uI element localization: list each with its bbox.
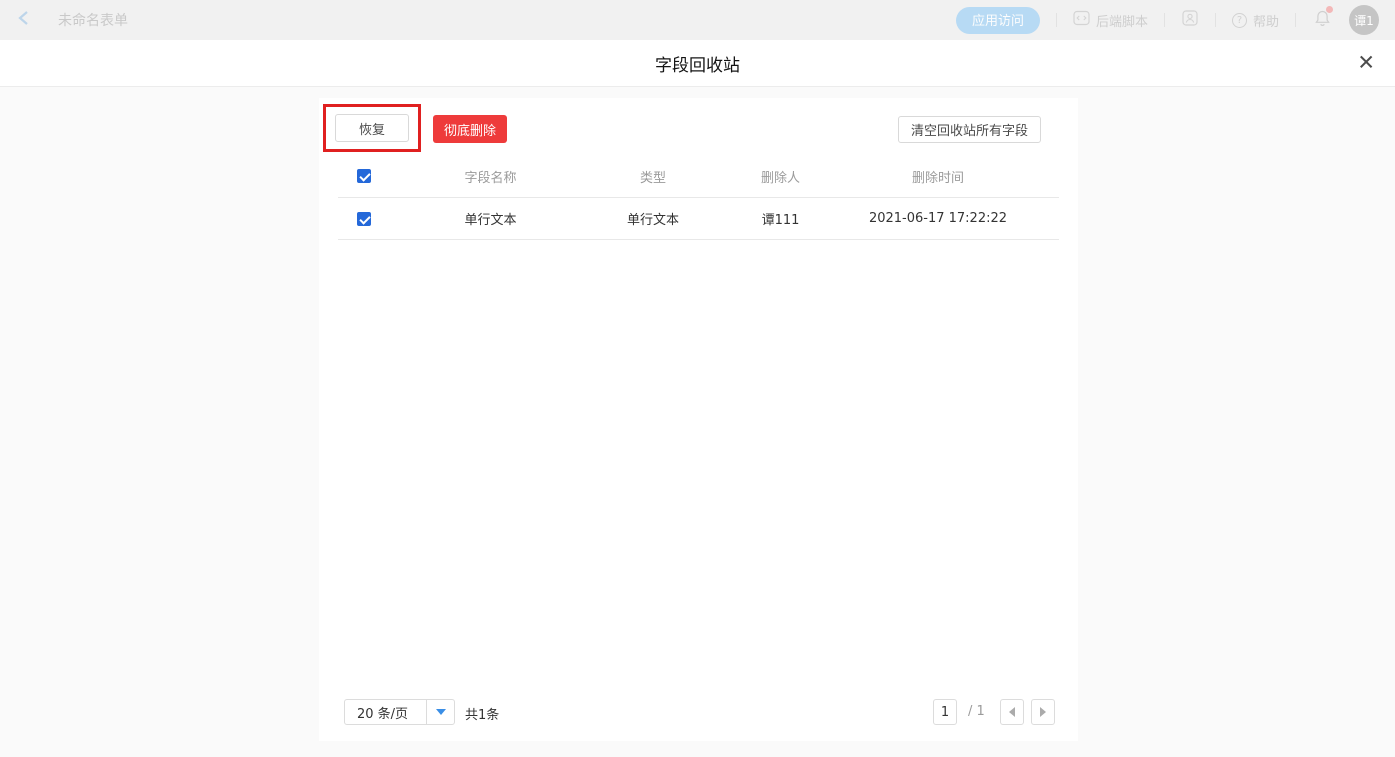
app-access-button[interactable]: 应用访问 xyxy=(956,7,1040,34)
backend-script-button[interactable]: 后端脚本 xyxy=(1073,10,1148,30)
prev-page-button[interactable] xyxy=(1000,699,1024,725)
modal-body: 恢复 彻底删除 清空回收站所有字段 字段名称 类型 删除人 删除时间 单行文本 xyxy=(0,87,1395,757)
total-count-label: 共1条 xyxy=(465,704,499,723)
arrow-left-icon xyxy=(1009,707,1015,717)
table-header-row: 字段名称 类型 删除人 删除时间 xyxy=(338,155,1059,197)
back-button[interactable] xyxy=(16,9,32,31)
header-deleted-time: 删除时间 xyxy=(843,167,1033,186)
page-size-value: 20 条/页 xyxy=(345,700,426,724)
help-button[interactable]: ? 帮助 xyxy=(1232,11,1279,30)
topbar-actions: 应用访问 后端脚本 ? xyxy=(956,5,1379,35)
avatar[interactable]: 谭1 xyxy=(1349,5,1379,35)
clear-recycle-bin-button[interactable]: 清空回收站所有字段 xyxy=(898,116,1041,143)
divider xyxy=(1295,13,1296,27)
question-mark-icon: ? xyxy=(1232,13,1247,28)
modal-titlebar: 字段回收站 ✕ xyxy=(0,40,1395,87)
pagination-bar: 20 条/页 共1条 / 1 xyxy=(319,699,1078,726)
header-field-name: 字段名称 xyxy=(393,167,588,186)
divider xyxy=(1056,13,1057,27)
code-icon xyxy=(1073,10,1090,30)
deleted-fields-table: 字段名称 类型 删除人 删除时间 单行文本 单行文本 谭111 2021-06-… xyxy=(338,155,1059,240)
page-size-select[interactable]: 20 条/页 xyxy=(344,699,455,725)
notification-badge xyxy=(1326,6,1333,13)
form-title: 未命名表单 xyxy=(58,10,128,30)
bell-icon xyxy=(1314,12,1331,31)
close-icon[interactable]: ✕ xyxy=(1357,53,1375,74)
row-checkbox[interactable] xyxy=(357,212,371,226)
red-highlight-annotation: 恢复 xyxy=(323,104,421,152)
contact-card-icon xyxy=(1181,9,1199,31)
back-chevron-icon xyxy=(16,9,32,31)
page-number-input[interactable] xyxy=(933,699,957,725)
restore-button[interactable]: 恢复 xyxy=(335,114,409,142)
arrow-right-icon xyxy=(1040,707,1046,717)
page-count-label: / 1 xyxy=(968,704,985,719)
app-topbar: 未命名表单 应用访问 后端脚本 xyxy=(0,0,1395,40)
header-deleted-by: 删除人 xyxy=(718,167,843,186)
select-all-checkbox[interactable] xyxy=(357,169,371,183)
help-label: 帮助 xyxy=(1253,11,1279,30)
delete-forever-button[interactable]: 彻底删除 xyxy=(433,115,507,143)
cell-deleted-time: 2021-06-17 17:22:22 xyxy=(843,211,1033,226)
header-type: 类型 xyxy=(588,167,718,186)
notifications-button[interactable] xyxy=(1314,9,1331,31)
toolbar: 恢复 彻底删除 清空回收站所有字段 xyxy=(319,98,1078,155)
cell-field-name: 单行文本 xyxy=(393,209,588,228)
divider xyxy=(1164,13,1165,27)
recycle-bin-panel: 恢复 彻底删除 清空回收站所有字段 字段名称 类型 删除人 删除时间 单行文本 xyxy=(319,98,1078,741)
modal-title: 字段回收站 xyxy=(655,51,740,76)
divider xyxy=(1215,13,1216,27)
table-row[interactable]: 单行文本 单行文本 谭111 2021-06-17 17:22:22 xyxy=(338,197,1059,240)
backend-script-label: 后端脚本 xyxy=(1096,11,1148,30)
cell-type: 单行文本 xyxy=(588,209,718,228)
next-page-button[interactable] xyxy=(1031,699,1055,725)
contacts-button[interactable] xyxy=(1181,9,1199,31)
chevron-down-icon xyxy=(436,709,446,715)
cell-deleted-by: 谭111 xyxy=(718,209,843,228)
caret-segment xyxy=(426,700,454,724)
